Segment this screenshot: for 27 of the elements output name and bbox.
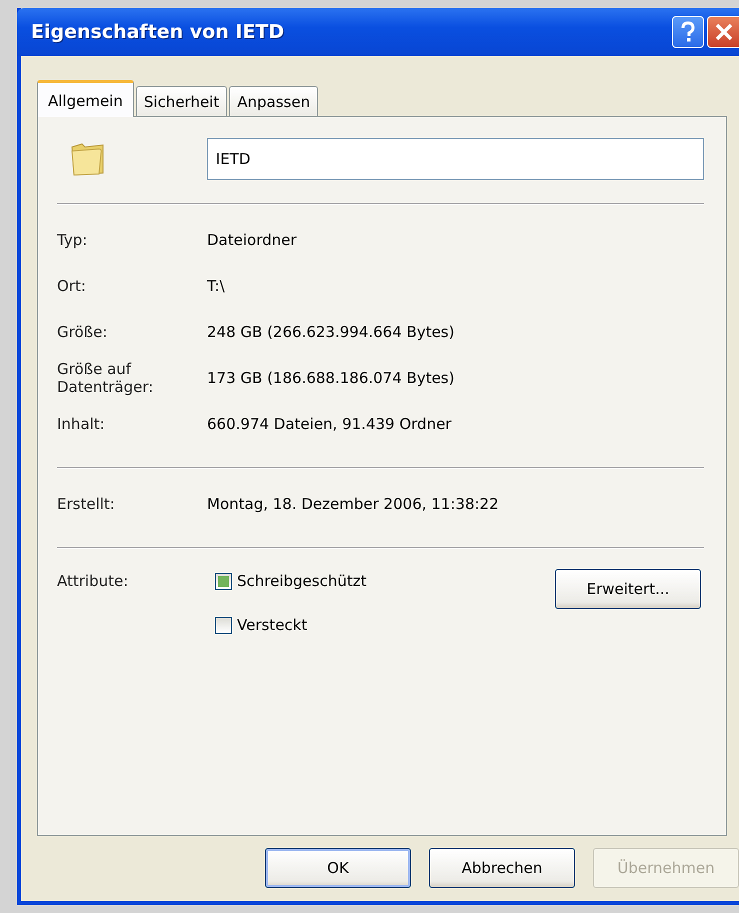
field-label: Größe: — [57, 322, 108, 343]
field-label: Inhalt: — [57, 414, 106, 435]
field-value: 173 GB (186.688.186.074 Bytes) — [207, 368, 456, 389]
checkbox[interactable]: Versteckt — [215, 611, 555, 639]
field-label: Erstellt: — [57, 494, 116, 515]
field-label: Größe auf Datenträger: — [57, 359, 154, 398]
tab[interactable]: Allgemein — [37, 80, 134, 117]
name-field[interactable]: IETD — [206, 138, 704, 180]
checkbox[interactable]: Schreibgeschützt — [215, 567, 555, 595]
tab[interactable]: Anpassen — [229, 86, 318, 116]
tab[interactable]: Sicherheit — [136, 86, 228, 116]
dialog-button[interactable]: Abbrechen — [429, 848, 575, 888]
field-value: 660.974 Dateien, 91.439 Ordner — [207, 414, 452, 435]
help-icon — [679, 21, 697, 43]
help-button[interactable] — [672, 16, 704, 48]
field-label: Ort: — [57, 276, 87, 297]
close-icon — [714, 23, 732, 41]
field-value: Montag, 18. Dezember 2006, 11:38:22 — [207, 494, 500, 515]
field-value: 248 GB (266.623.994.664 Bytes) — [207, 322, 456, 343]
field-label: Attribute: — [57, 571, 130, 592]
field-value: T:\ — [207, 276, 226, 297]
close-button[interactable] — [707, 16, 739, 48]
advanced-button[interactable]: Erweitert... — [555, 569, 701, 609]
dialog-button[interactable]: OK — [265, 848, 411, 888]
window-title: Eigenschaften von IETD — [31, 21, 284, 43]
field-label: Typ: — [57, 230, 88, 251]
field-value: Dateiordner — [207, 230, 298, 251]
